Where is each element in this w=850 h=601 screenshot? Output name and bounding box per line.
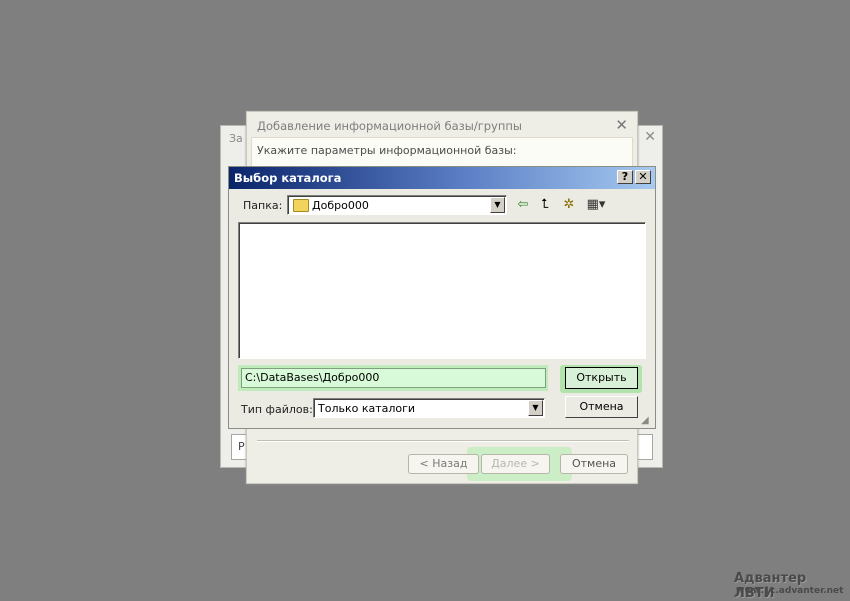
infobase-params-hint: Укажите параметры информационной базы:: [257, 144, 517, 157]
watermark-url: www.1c.advanter.net: [736, 586, 844, 596]
next-button[interactable]: Далее >: [481, 454, 550, 474]
select-folder-dialog: Выбор каталога ? ✕ Папка: Добро000 ▼ ⇦ ⮤…: [228, 166, 656, 429]
background-dialog-close-icon[interactable]: ✕: [644, 129, 656, 145]
folder-icon: [293, 199, 309, 212]
wizard-cancel-button[interactable]: Отмена: [560, 454, 628, 474]
new-folder-icon[interactable]: ✲: [559, 197, 579, 214]
background-dialog-title: За: [229, 132, 243, 145]
select-folder-title: Выбор каталога: [234, 171, 342, 185]
filetype-select[interactable]: Только каталоги ▼: [313, 398, 545, 418]
chevron-down-icon[interactable]: ▼: [528, 400, 543, 416]
close-icon[interactable]: ✕: [635, 170, 651, 184]
wizard-separator: [257, 440, 629, 442]
resize-grip-icon[interactable]: ◢: [641, 415, 653, 427]
select-folder-titlebar: Выбор каталога ? ✕: [229, 167, 655, 189]
open-button[interactable]: Открыть: [565, 367, 638, 389]
back-button[interactable]: < Назад: [408, 454, 479, 474]
back-arrow-icon[interactable]: ⇦: [513, 197, 533, 214]
view-menu-icon[interactable]: ▦▾: [583, 197, 609, 214]
folder-select[interactable]: Добро000 ▼: [287, 195, 507, 215]
chevron-down-icon[interactable]: ▼: [490, 197, 505, 213]
add-infobase-close-icon[interactable]: ✕: [615, 116, 628, 134]
folder-up-icon[interactable]: ⮤: [535, 197, 555, 214]
folder-label: Папка:: [243, 199, 283, 212]
background-dialog-field-text: Р: [238, 440, 245, 453]
filetype-select-value: Только каталоги: [318, 402, 416, 415]
filetype-label: Тип файлов:: [241, 403, 313, 416]
folder-select-value: Добро000: [312, 199, 369, 212]
file-list[interactable]: [238, 222, 646, 359]
help-icon[interactable]: ?: [617, 170, 633, 184]
add-infobase-dialog-title: Добавление информационной базы/группы: [257, 119, 522, 133]
path-input[interactable]: C:\DataBases\Добро000: [241, 368, 546, 388]
cancel-button[interactable]: Отмена: [565, 396, 638, 418]
